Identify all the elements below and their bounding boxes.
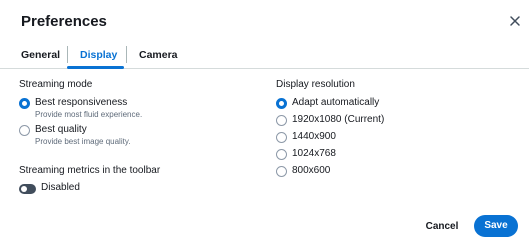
cancel-button[interactable]: Cancel — [419, 218, 465, 236]
streaming-mode-label: Streaming mode — [19, 79, 93, 90]
radio-button[interactable] — [276, 166, 287, 177]
dialog-header: Preferences — [0, 0, 529, 42]
footer-divider — [0, 209, 529, 210]
display-resolution-label: Display resolution — [276, 79, 355, 90]
dialog-title: Preferences — [21, 13, 107, 30]
radio-button[interactable] — [276, 149, 287, 160]
radio-button-checked[interactable] — [276, 98, 287, 109]
tab-general[interactable]: General — [21, 49, 60, 61]
radio-best-quality[interactable]: Best quality Provide best image quality. — [19, 124, 219, 146]
radio-description: Provide most fluid experience. — [35, 110, 143, 119]
radio-button-checked[interactable] — [19, 98, 30, 109]
radio-best-responsiveness[interactable]: Best responsiveness Provide most fluid e… — [19, 97, 219, 119]
radio-button[interactable] — [276, 115, 287, 126]
radio-adapt-automatically[interactable]: Adapt automatically — [276, 97, 476, 111]
radio-label: 800x600 — [292, 165, 331, 176]
preferences-dialog: Preferences General Display Camera Strea… — [0, 0, 529, 242]
radio-label: 1440x900 — [292, 131, 336, 142]
radio-800x600[interactable]: 800x600 — [276, 165, 476, 179]
tab-display[interactable]: Display — [80, 49, 117, 61]
tab-separator — [67, 46, 68, 63]
radio-1440x900[interactable]: 1440x900 — [276, 131, 476, 145]
radio-description: Provide best image quality. — [35, 137, 131, 146]
toggle-label: Disabled — [41, 182, 80, 193]
close-icon[interactable] — [508, 14, 522, 28]
radio-label: Adapt automatically — [292, 97, 380, 108]
radio-label: Best quality — [35, 124, 87, 135]
radio-1920x1080[interactable]: 1920x1080 (Current) — [276, 114, 476, 128]
metrics-toggle[interactable] — [19, 184, 36, 194]
radio-label: 1920x1080 (Current) — [292, 114, 385, 125]
radio-label: 1024x768 — [292, 148, 336, 159]
radio-label: Best responsiveness — [35, 97, 128, 108]
radio-button[interactable] — [276, 132, 287, 143]
radio-1024x768[interactable]: 1024x768 — [276, 148, 476, 162]
toggle-knob — [21, 186, 27, 192]
metrics-label: Streaming metrics in the toolbar — [19, 165, 161, 176]
radio-button[interactable] — [19, 125, 30, 136]
active-tab-indicator — [67, 66, 124, 69]
tab-separator — [126, 46, 127, 63]
tab-bar: General Display Camera — [0, 43, 529, 69]
tab-camera[interactable]: Camera — [139, 49, 178, 61]
save-button[interactable]: Save — [474, 215, 518, 237]
